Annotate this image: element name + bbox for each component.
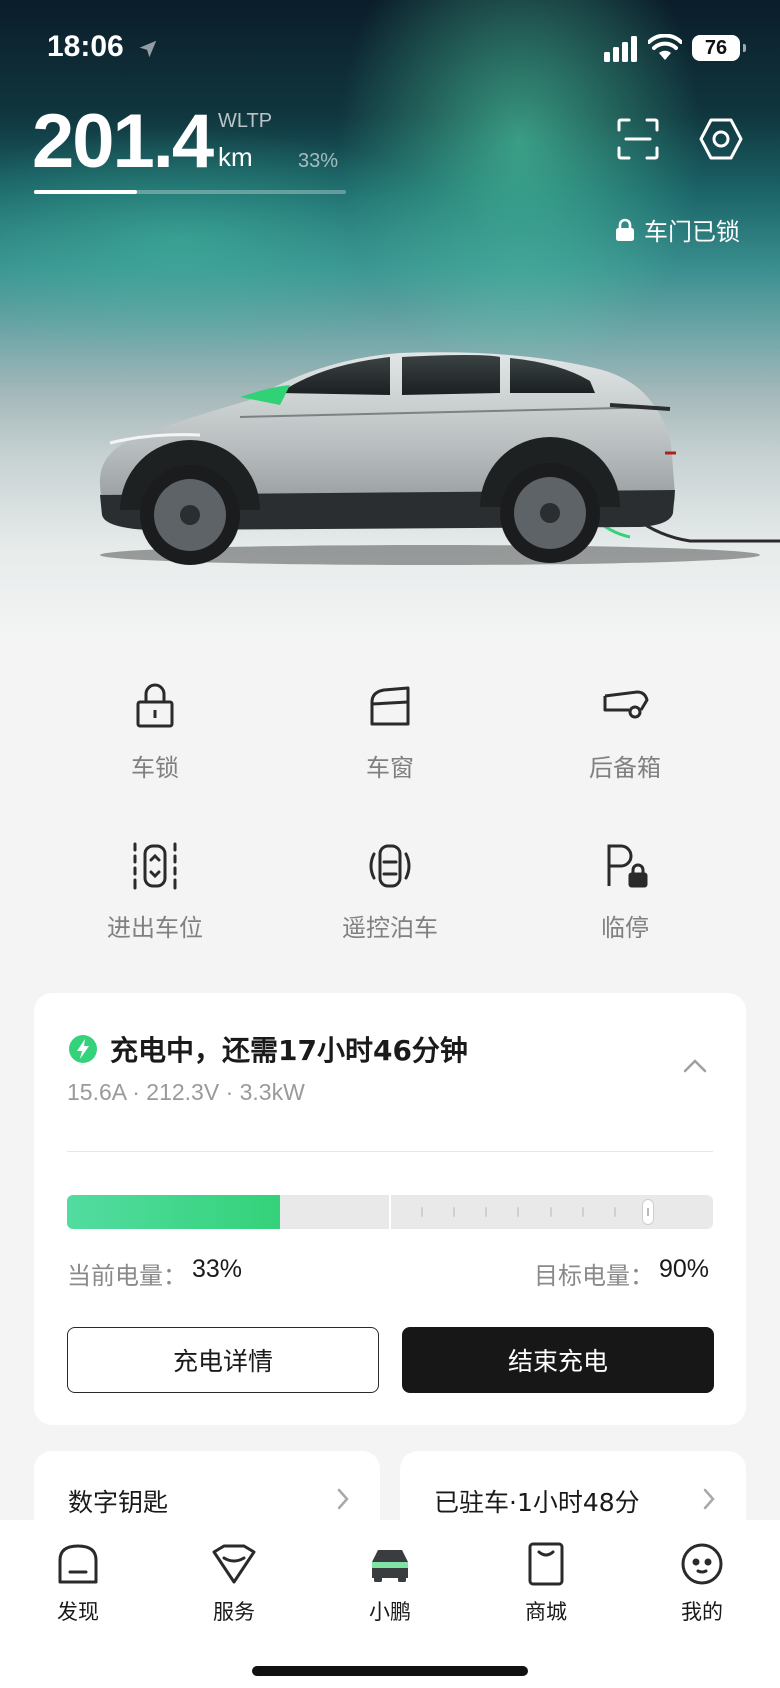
control-temporary-parking-label: 临停 (601, 914, 649, 942)
charging-card: 充电中，还需17小时46分钟 15.6A · 212.3V · 3.3kW 当前… (34, 993, 746, 1425)
current-level-value: 33% (192, 1255, 243, 1283)
tab-discover-label: 发现 (57, 1600, 99, 1624)
bar-tick (517, 1207, 519, 1217)
temporary-parking-icon (607, 844, 648, 888)
charge-half-marker (389, 1195, 391, 1229)
range-percent: 33% (298, 150, 339, 172)
control-trunk-label: 后备箱 (589, 754, 661, 782)
control-lock[interactable]: 车锁 (55, 680, 255, 800)
charging-bolt-icon (69, 1035, 97, 1063)
bar-tick (614, 1207, 616, 1217)
padlock-icon (616, 218, 634, 241)
range-progress-bar (34, 190, 346, 194)
digital-key-label: 数字钥匙 (68, 1488, 169, 1517)
tab-profile-label: 我的 (681, 1600, 723, 1624)
parked-duration-label: 已驻车·1小时48分 (434, 1488, 640, 1517)
charging-status-title: 充电中，还需17小时46分钟 (110, 1034, 468, 1067)
trunk-icon (603, 690, 649, 719)
control-temporary-parking[interactable]: 临停 (525, 840, 725, 960)
tab-discover[interactable]: 发现 (18, 1540, 138, 1626)
control-remote-parking[interactable]: 遥控泊车 (290, 840, 490, 960)
tab-shop-label: 商城 (525, 1600, 567, 1624)
vehicle-image (99, 352, 780, 565)
bar-tick (453, 1207, 455, 1217)
status-bar: 18:06 76 (0, 0, 780, 100)
discover-icon (58, 1544, 98, 1584)
location-arrow-icon (139, 40, 157, 58)
current-level-label: 当前电量： (67, 1262, 187, 1290)
control-remote-parking-label: 遥控泊车 (342, 914, 438, 942)
target-level-value: 90% (659, 1255, 710, 1283)
stop-charging-button[interactable]: 结束充电 (402, 1327, 714, 1393)
door-lock-label: 车门已锁 (644, 218, 740, 246)
bar-tick (550, 1207, 552, 1217)
tab-service-label: 服务 (213, 1600, 255, 1624)
control-park-in-out-label: 进出车位 (107, 914, 203, 942)
divider (67, 1151, 713, 1152)
tab-xpeng[interactable]: 小鹏 (330, 1540, 450, 1626)
bar-tick (485, 1207, 487, 1217)
bar-tick (582, 1207, 584, 1217)
settings-gear-icon[interactable] (698, 116, 744, 162)
charge-level-fill (67, 1195, 281, 1229)
range-unit: km (218, 142, 253, 172)
scan-icon[interactable] (617, 118, 659, 160)
range-progress-fill (34, 190, 137, 194)
bar-tick (421, 1207, 423, 1217)
target-level-handle[interactable] (642, 1199, 655, 1225)
control-window-label: 车窗 (366, 754, 414, 782)
charge-level-bar[interactable] (67, 1195, 713, 1229)
shop-icon (528, 1542, 564, 1586)
clock: 18:06 (47, 30, 124, 63)
range-standard: WLTP (218, 110, 273, 132)
tab-service[interactable]: 服务 (174, 1540, 294, 1626)
tab-profile[interactable]: 我的 (642, 1540, 762, 1626)
bottom-tab-bar: 发现 服务 小鹏 商城 我的 (0, 1520, 780, 1688)
window-icon (370, 686, 410, 726)
park-in-out-icon (133, 842, 177, 890)
charging-title-row: 充电中，还需17小时46分钟 (68, 1029, 468, 1069)
control-trunk[interactable]: 后备箱 (525, 680, 725, 800)
chevron-right-icon (703, 1488, 715, 1510)
home-indicator[interactable] (252, 1666, 528, 1676)
wifi-icon (648, 34, 682, 60)
chevron-right-icon (337, 1488, 349, 1510)
service-icon (212, 1544, 256, 1584)
target-level-label: 目标电量： (534, 1262, 654, 1290)
door-lock-status: 车门已锁 (614, 212, 740, 247)
remote-parking-icon (369, 844, 411, 888)
battery-icon: 76 (692, 35, 746, 61)
charging-metrics: 15.6A · 212.3V · 3.3kW (67, 1079, 305, 1105)
profile-icon (681, 1543, 723, 1585)
cellular-signal-icon (604, 36, 637, 62)
vehicle-hero: 18:06 76 201.4 WLTP km 33% 车门已锁 (0, 0, 780, 640)
tab-xpeng-label: 小鹏 (369, 1600, 411, 1624)
car-icon (372, 1550, 408, 1582)
control-window[interactable]: 车窗 (290, 680, 490, 800)
lock-icon (136, 683, 174, 728)
control-park-in-out[interactable]: 进出车位 (55, 840, 255, 960)
chevron-up-icon[interactable] (682, 1057, 708, 1075)
charging-details-button[interactable]: 充电详情 (67, 1327, 379, 1393)
range-value: 201.4 (32, 99, 214, 184)
control-lock-label: 车锁 (131, 754, 179, 782)
tab-shop[interactable]: 商城 (486, 1540, 606, 1626)
